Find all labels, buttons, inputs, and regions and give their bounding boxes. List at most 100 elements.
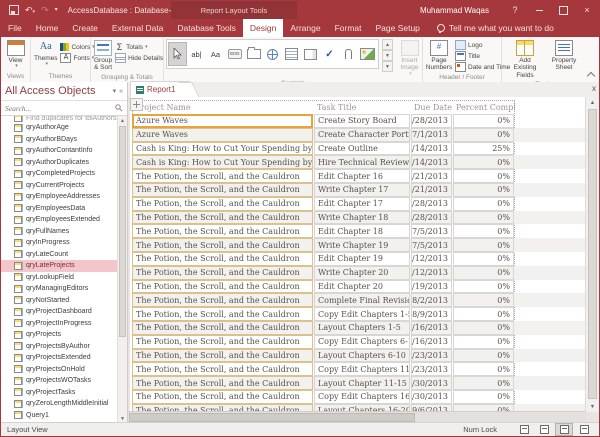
report-cell-percent-complete[interactable]: 0% [453, 280, 514, 294]
image-control-control-icon[interactable] [358, 42, 377, 66]
nav-item-qrynotstarted[interactable]: qryNotStarted [1, 295, 118, 307]
column-header-percent[interactable]: Percent Complete [453, 103, 515, 112]
report-cell-percent-complete[interactable]: 0% [453, 349, 514, 363]
ribbon-tab-home[interactable]: Home [29, 19, 66, 37]
combo-box-control-icon[interactable] [301, 42, 320, 66]
report-cell-project[interactable]: The Potion, the Scroll, and the Cauldron [132, 183, 313, 197]
label-control-icon[interactable]: Aa [206, 42, 225, 66]
horizontal-scroll-thumb[interactable] [129, 413, 415, 422]
report-cell-percent-complete[interactable]: 0% [453, 211, 514, 225]
report-cell-due-date[interactable]: 8/16/2013 [411, 321, 452, 335]
report-cell-task[interactable]: Write Chapter 17 [314, 183, 410, 197]
save-icon[interactable] [9, 5, 19, 15]
nav-item-query1[interactable]: Query1 [1, 410, 118, 422]
report-cell-due-date[interactable]: 6/14/2013 [411, 142, 452, 156]
nav-item-qryprojectsbyauthor[interactable]: qryProjectsByAuthor [1, 341, 118, 353]
report-cell-percent-complete[interactable]: 0% [453, 266, 514, 280]
nav-item-qryauthorduplicates[interactable]: qryAuthorDuplicates [1, 157, 118, 169]
report-cell-project[interactable]: The Potion, the Scroll, and the Cauldron [132, 211, 313, 225]
report-row[interactable]: The Potion, the Scroll, and the Cauldron… [132, 238, 586, 252]
nav-item-qryinprogress[interactable]: qryInProgress [1, 237, 118, 249]
report-cell-task[interactable]: Write Chapter 20 [314, 266, 410, 280]
nav-menu-chevron-icon[interactable]: ▾ [113, 87, 117, 95]
report-cell-project[interactable]: The Potion, the Scroll, and the Cauldron [132, 390, 313, 404]
report-row[interactable]: The Potion, the Scroll, and the Cauldron… [132, 197, 586, 211]
nav-item-qryprojecttasks[interactable]: qryProjectTasks [1, 387, 118, 399]
report-cell-task[interactable]: Copy Edit Chapters 11-15 [314, 362, 410, 376]
ribbon-tab-page-setup[interactable]: Page Setup [368, 19, 426, 37]
report-cell-due-date[interactable]: 6/14/2013 [411, 155, 452, 169]
report-cell-task[interactable]: Layout Chapters 6-10 [314, 349, 410, 363]
report-cell-project[interactable]: The Potion, the Scroll, and the Cauldron [132, 321, 313, 335]
select-control-icon[interactable] [168, 42, 187, 66]
report-cell-project[interactable]: The Potion, the Scroll, and the Cauldron [132, 197, 313, 211]
report-cell-task[interactable]: Create Character Portraits [314, 128, 410, 142]
report-row[interactable]: The Potion, the Scroll, and the Cauldron… [132, 335, 586, 349]
add-existing-fields-button[interactable]: Add Existing Fields [506, 39, 544, 80]
hyperlink-control-icon[interactable] [263, 42, 282, 66]
nav-item-qryprojects[interactable]: qryProjects [1, 329, 118, 341]
report-cell-project[interactable]: The Potion, the Scroll, and the Cauldron [132, 252, 313, 266]
text-box-control-icon[interactable]: ab| [187, 42, 206, 66]
report-cell-task[interactable]: Layout Chapter 11-15 [314, 376, 410, 390]
report-cell-percent-complete[interactable]: 0% [453, 252, 514, 266]
nav-item-qrycurrentprojects[interactable]: qryCurrentProjects [1, 180, 118, 192]
report-cell-due-date[interactable]: 8/16/2013 [411, 335, 452, 349]
ribbon-tab-format[interactable]: Format [328, 19, 369, 37]
report-cell-due-date[interactable]: 6/21/2013 [411, 169, 452, 183]
report-cell-due-date[interactable]: 8/2/2013 [411, 293, 452, 307]
report-cell-due-date[interactable]: 6/21/2013 [411, 183, 452, 197]
column-header-project[interactable]: Project Name [132, 103, 314, 112]
report-cell-percent-complete[interactable]: 0% [453, 169, 514, 183]
report-cell-project[interactable]: The Potion, the Scroll, and the Cauldron [132, 238, 313, 252]
ribbon-tab-create[interactable]: Create [65, 19, 105, 37]
nav-item-qryauthorcontantinfo[interactable]: qryAuthorContantInfo [1, 145, 118, 157]
vertical-scroll-thumb[interactable] [588, 109, 597, 399]
report-cell-percent-complete[interactable]: 0% [453, 128, 514, 142]
report-cell-task[interactable]: Complete Final Revisions [314, 293, 410, 307]
column-header-task[interactable]: Task Title [314, 103, 411, 112]
report-cell-task[interactable]: Edit Chapter 19 [314, 252, 410, 266]
help-button[interactable]: ? [503, 1, 527, 19]
insert-image-button[interactable]: Insert Image▾ [399, 39, 420, 79]
nav-item-qryauthorage[interactable]: qryAuthorAge [1, 122, 118, 134]
report-cell-percent-complete[interactable]: 0% [453, 307, 514, 321]
report-row[interactable]: The Potion, the Scroll, and the Cauldron… [132, 211, 586, 225]
report-cell-due-date[interactable]: 7/12/2013 [411, 266, 452, 280]
report-row[interactable]: The Potion, the Scroll, and the Cauldron… [132, 293, 586, 307]
ribbon-tab-external-data[interactable]: External Data [105, 19, 171, 37]
report-cell-project[interactable]: Cash is King: How to Cut Your Spending b… [132, 155, 313, 169]
shutter-close-icon[interactable]: « [119, 88, 123, 95]
customize-qat-icon[interactable]: ▾ [55, 7, 58, 13]
print-preview-button[interactable] [535, 423, 553, 436]
attachment-control-icon[interactable] [339, 42, 358, 66]
nav-item-qryemployeesextended[interactable]: qryEmployeesExtended [1, 214, 118, 226]
button-control-icon[interactable] [225, 42, 244, 66]
minimize-button[interactable] [527, 1, 551, 19]
report-cell-project[interactable]: Azure Waves [132, 128, 313, 142]
nav-item-qryzerolengthmiddleinitial[interactable]: qryZeroLengthMiddleInitial [1, 398, 118, 410]
vertical-scrollbar[interactable]: ▲ ▼ [585, 97, 599, 412]
ribbon-tab-database-tools[interactable]: Database Tools [170, 19, 242, 37]
report-cell-percent-complete[interactable]: 0% [453, 376, 514, 390]
redo-icon[interactable]: ↷ [41, 6, 49, 15]
report-row[interactable]: Cash is King: How to Cut Your Spending b… [132, 142, 586, 156]
undo-icon[interactable]: ↶▾ [25, 6, 35, 15]
report-cell-project[interactable]: The Potion, the Scroll, and the Cauldron [132, 169, 313, 183]
nav-item-qrymanagingeditors[interactable]: qryManagingEditors [1, 283, 118, 295]
report-cell-project[interactable]: The Potion, the Scroll, and the Cauldron [132, 280, 313, 294]
nav-item-qrylateprojects[interactable]: qryLateProjects [1, 260, 118, 272]
maximize-button[interactable] [551, 1, 575, 19]
report-row[interactable]: The Potion, the Scroll, and the Cauldron… [132, 362, 586, 376]
report-cell-due-date[interactable]: 6/28/2013 [411, 197, 452, 211]
search-input[interactable] [5, 104, 115, 113]
nav-scroll-up-icon[interactable]: ▲ [118, 116, 127, 125]
report-cell-project[interactable]: The Potion, the Scroll, and the Cauldron [132, 266, 313, 280]
column-header-due[interactable]: Due Date [411, 103, 453, 112]
collapse-ribbon-icon[interactable] [586, 70, 595, 79]
report-cell-due-date[interactable]: 8/30/2013 [411, 390, 452, 404]
report-row[interactable]: The Potion, the Scroll, and the Cauldron… [132, 307, 586, 321]
report-row[interactable]: The Potion, the Scroll, and the Cauldron… [132, 390, 586, 404]
report-cell-percent-complete[interactable]: 0% [453, 362, 514, 376]
nav-item-qryprojectswotasks[interactable]: qryProjectsWOTasks [1, 375, 118, 387]
